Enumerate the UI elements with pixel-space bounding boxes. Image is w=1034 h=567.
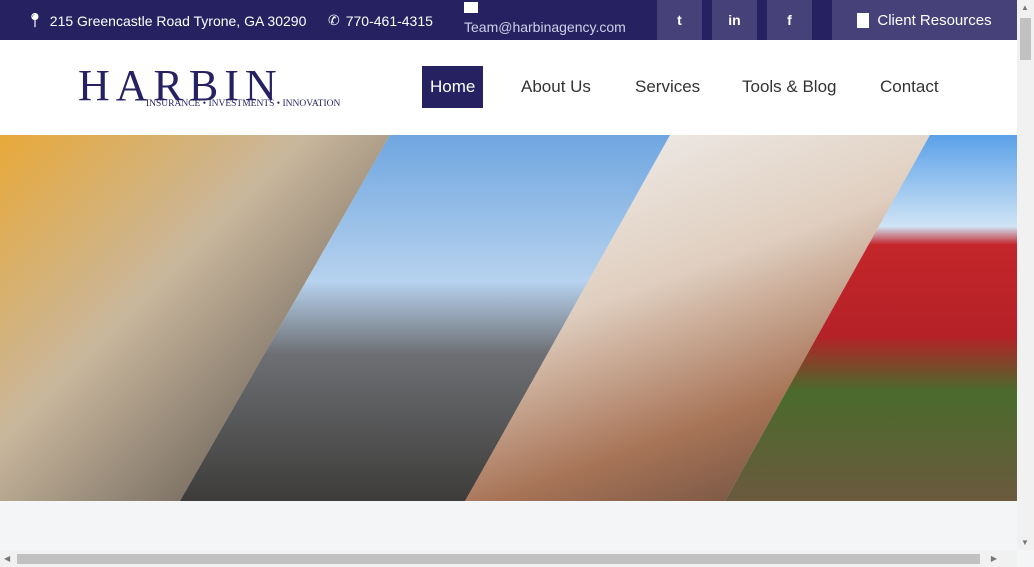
- client-resources-button[interactable]: Client Resources: [832, 0, 1017, 40]
- phone[interactable]: ✆ 770-461-4315: [328, 12, 433, 29]
- facebook-button[interactable]: f: [767, 0, 812, 40]
- twitter-icon: t: [677, 12, 682, 28]
- nav-about-us[interactable]: About Us: [513, 66, 599, 108]
- nav-services[interactable]: Services: [627, 66, 708, 108]
- nav-tools-blog[interactable]: Tools & Blog: [734, 66, 845, 108]
- scrollbar-thumb[interactable]: [17, 554, 980, 564]
- envelope-icon: [464, 2, 478, 13]
- linkedin-button[interactable]: in: [712, 0, 757, 40]
- logo[interactable]: HARBIN INSURANCE • INVESTMENTS • INNOVAT…: [78, 64, 368, 114]
- email-link[interactable]: Team@harbinagency.com: [464, 2, 626, 35]
- scrollbar-thumb[interactable]: [1020, 18, 1031, 60]
- document-icon: [857, 12, 870, 28]
- hero-image: [0, 135, 1017, 501]
- phone-icon: ✆: [328, 12, 340, 28]
- twitter-button[interactable]: t: [657, 0, 702, 40]
- top-bar: 📍︎ 215 Greencastle Road Tyrone, GA 30290 …: [0, 0, 1017, 40]
- nav-contact[interactable]: Contact: [872, 66, 947, 108]
- vertical-scrollbar[interactable]: ▲ ▼: [1017, 0, 1034, 550]
- address: 📍︎ 215 Greencastle Road Tyrone, GA 30290: [26, 12, 307, 29]
- nav-home[interactable]: Home: [422, 66, 484, 108]
- header: HARBIN INSURANCE • INVESTMENTS • INNOVAT…: [0, 40, 1017, 135]
- horizontal-scrollbar[interactable]: ◀ ▶: [0, 550, 1017, 567]
- linkedin-icon: in: [728, 12, 741, 28]
- facebook-icon: f: [787, 12, 792, 28]
- map-pin-icon: 📍︎: [26, 12, 44, 28]
